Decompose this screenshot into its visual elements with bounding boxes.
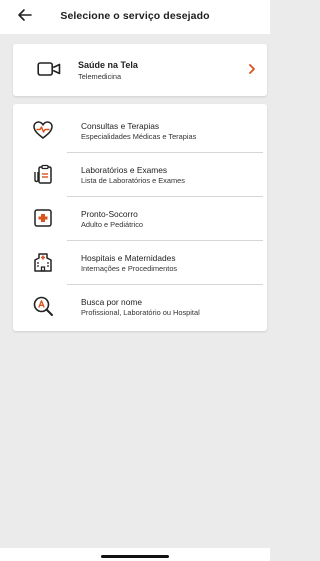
search-name-icon (33, 296, 53, 316)
divider (67, 152, 263, 153)
first-aid-icon (34, 209, 52, 227)
service-label: Laboratórios e Exames (81, 165, 168, 175)
service-label: Hospitais e Maternidades (81, 253, 176, 263)
service-item-busca[interactable]: Busca por nome Profissional, Laboratório… (13, 286, 267, 330)
service-item-laboratorios[interactable]: Laboratórios e Exames Lista de Laboratór… (13, 154, 267, 198)
divider (67, 284, 263, 285)
service-sub: Especialidades Médicas e Terapias (81, 132, 197, 141)
service-sub: Profissional, Laboratório ou Hospital (81, 308, 200, 317)
chevron-right-icon (249, 64, 255, 74)
service-sub: Internações e Procedimentos (81, 264, 178, 273)
telemedicine-sub: Telemedicina (78, 72, 122, 81)
service-label: Pronto-Socorro (81, 209, 138, 219)
heart-pulse-icon (33, 121, 53, 139)
service-item-pronto-socorro[interactable]: Pronto-Socorro Adulto e Pediátrico (13, 198, 267, 242)
service-item-consultas[interactable]: Consultas e Terapias Especialidades Médi… (13, 110, 267, 154)
services-list: Consultas e Terapias Especialidades Médi… (13, 104, 267, 331)
hospital-icon (34, 253, 52, 272)
service-sub: Adulto e Pediátrico (81, 220, 144, 229)
service-item-hospitais[interactable]: Hospitais e Maternidades Internações e P… (13, 242, 267, 286)
home-indicator-bar (0, 548, 270, 561)
home-indicator[interactable] (101, 555, 169, 558)
page-title: Selecione o serviço desejado (60, 10, 210, 22)
telemedicine-row[interactable]: Saúde na Tela Telemedicina (13, 44, 267, 96)
service-label: Consultas e Terapias (81, 121, 160, 131)
telemedicine-card[interactable]: Saúde na Tela Telemedicina (13, 44, 267, 96)
lab-clipboard-icon (34, 164, 52, 184)
telemedicine-label: Saúde na Tela (78, 60, 138, 70)
app-header: Selecione o serviço desejado (0, 0, 270, 34)
service-label: Busca por nome (81, 297, 142, 307)
service-sub: Lista de Laboratórios e Exames (81, 176, 185, 185)
divider (67, 240, 263, 241)
video-camera-icon (37, 62, 61, 76)
divider (67, 196, 263, 197)
